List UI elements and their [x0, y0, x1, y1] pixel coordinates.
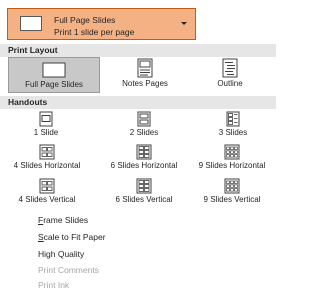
dropdown-title: Full Page Slides	[54, 15, 116, 25]
handout-label: 9 Slides Horizontal	[198, 161, 266, 170]
handout-4-vertical-icon	[39, 178, 55, 194]
handout-1-slide[interactable]: 1 Slide	[8, 110, 84, 140]
handout-4-horizontal[interactable]: 4 Slides Horizontal	[2, 143, 92, 173]
print-layout-header: Print Layout	[0, 44, 276, 57]
layout-label: Full Page Slides	[25, 80, 83, 89]
handout-label: 6 Slides Vertical	[115, 195, 173, 204]
full-page-slide-thumbnail-icon	[20, 16, 42, 31]
handout-label: 4 Slides Horizontal	[13, 161, 81, 170]
handouts-header: Handouts	[0, 96, 276, 109]
handout-4-horizontal-icon	[39, 144, 55, 160]
handout-6-vertical-icon	[136, 178, 152, 194]
notes-pages-icon	[137, 58, 153, 78]
handout-2-slides-icon	[137, 111, 151, 127]
option-high-quality[interactable]: High Quality	[38, 249, 84, 259]
handout-9-horizontal[interactable]: 9 Slides Horizontal	[190, 143, 274, 173]
handout-4-vertical[interactable]: 4 Slides Vertical	[2, 177, 92, 207]
layout-notes-pages[interactable]: Notes Pages	[106, 57, 184, 93]
handout-label: 6 Slides Horizontal	[110, 161, 178, 170]
option-print-comments: Print Comments	[38, 265, 99, 275]
handout-3-slides-icon	[226, 111, 240, 127]
handout-6-vertical[interactable]: 6 Slides Vertical	[102, 177, 186, 207]
outline-icon	[222, 58, 238, 78]
handout-label: 1 Slide	[33, 128, 59, 137]
handout-6-horizontal-icon	[136, 144, 152, 160]
handout-label: 3 Slides	[218, 128, 248, 137]
handout-9-horizontal-icon	[224, 144, 240, 160]
option-frame-slides[interactable]: Frame Slides	[38, 215, 88, 225]
handout-label: 9 Slides Vertical	[203, 195, 261, 204]
handout-3-slides[interactable]: 3 Slides	[194, 110, 272, 140]
layout-label: Outline	[217, 79, 243, 88]
layout-outline[interactable]: Outline	[190, 57, 270, 93]
option-label: cale to Fit Paper	[43, 232, 106, 242]
option-label: High Quality	[38, 249, 85, 259]
option-label: rame Slides	[43, 215, 89, 225]
handout-label: 2 Slides	[129, 128, 159, 137]
full-page-slides-icon	[42, 62, 66, 78]
handout-6-horizontal[interactable]: 6 Slides Horizontal	[102, 143, 186, 173]
handout-9-vertical-icon	[224, 178, 240, 194]
handout-2-slides[interactable]: 2 Slides	[104, 110, 184, 140]
option-label: Print Comments	[38, 265, 99, 275]
layout-full-page-slides[interactable]: Full Page Slides	[8, 57, 100, 93]
handout-1-slide-icon	[39, 111, 53, 127]
dropdown-subtitle: Print 1 slide per page	[54, 27, 135, 37]
print-layout-dropdown[interactable]: Full Page Slides Print 1 slide per page	[7, 8, 196, 40]
handout-9-vertical[interactable]: 9 Slides Vertical	[190, 177, 274, 207]
option-scale-to-fit-paper[interactable]: Scale to Fit Paper	[38, 232, 106, 242]
chevron-down-icon	[181, 22, 187, 25]
layout-label: Notes Pages	[122, 79, 168, 88]
handout-label: 4 Slides Vertical	[18, 195, 76, 204]
print-layout-menu: Full Page Slides Print 1 slide per page …	[0, 0, 276, 290]
